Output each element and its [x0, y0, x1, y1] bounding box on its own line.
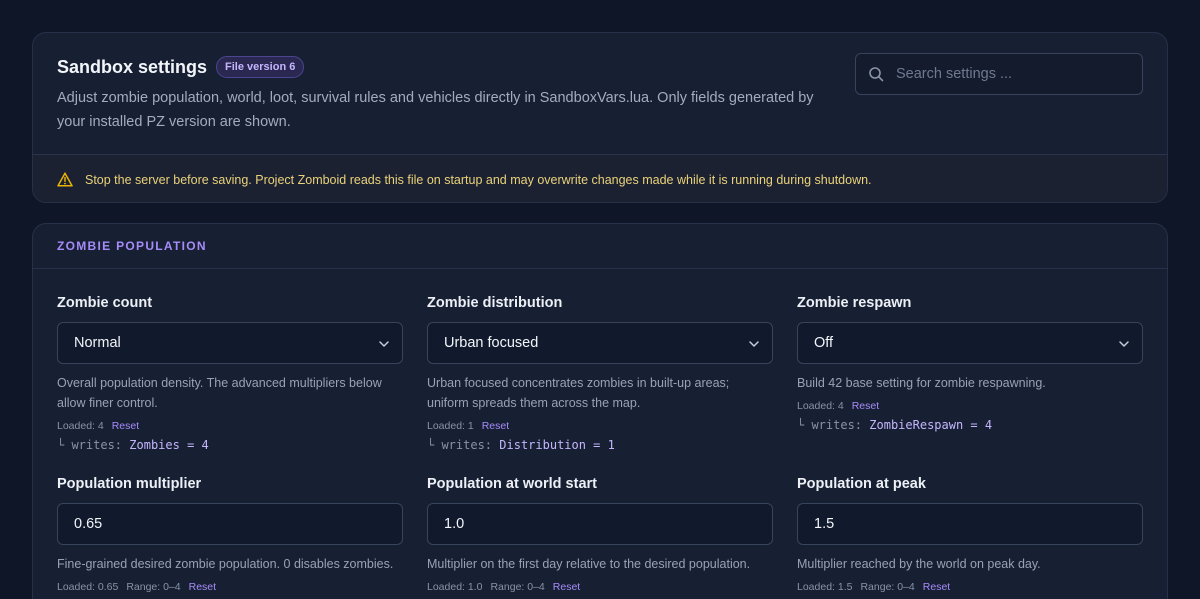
page-subtitle: Adjust zombie population, world, loot, s…	[57, 90, 814, 130]
warning-icon	[57, 172, 73, 187]
field-meta: Loaded: 1.0 Range: 0–4 Reset	[427, 579, 773, 595]
file-version-badge: File version 6	[216, 56, 305, 78]
writes-code: ZombieRespawn = 4	[869, 418, 993, 432]
field-meta: Loaded: 4 Reset	[797, 398, 1143, 414]
warning-text: Stop the server before saving. Project Z…	[85, 172, 872, 187]
search-box[interactable]	[855, 53, 1143, 95]
field-help: Multiplier on the first day relative to …	[427, 557, 751, 571]
header-top: Sandbox settings File version 6 Adjust z…	[33, 33, 1167, 154]
loaded-value: Loaded: 4	[797, 400, 844, 412]
search-input[interactable]	[896, 54, 1136, 94]
zombie-respawn-select[interactable]: Off	[797, 322, 1143, 364]
chevron-down-icon	[1119, 341, 1129, 347]
zombie-population-section: ZOMBIE POPULATION Zombie count Normal Ov…	[32, 223, 1168, 599]
reset-link[interactable]: Reset	[112, 420, 139, 432]
field-label: Population at peak	[797, 476, 926, 492]
title-row: Sandbox settings File version 6	[57, 56, 305, 78]
field-meta: Loaded: 0.65 Range: 0–4 Reset	[57, 579, 403, 595]
field-population-start: Population at world start 1.0 Multiplier…	[427, 474, 773, 595]
field-meta: Loaded: 1 Reset	[427, 418, 773, 434]
field-label: Zombie distribution	[427, 295, 563, 311]
loaded-value: Loaded: 1.5	[797, 581, 853, 593]
section-header: ZOMBIE POPULATION	[33, 224, 1167, 269]
field-population-multiplier: Population multiplier 0.65 Fine-grained …	[57, 474, 403, 595]
page: Sandbox settings File version 6 Adjust z…	[0, 0, 1200, 599]
field-help: Urban focused concentrates zombies in bu…	[427, 376, 730, 410]
field-help: Multiplier reached by the world on peak …	[797, 557, 1041, 571]
field-population-peak: Population at peak 1.5 Multiplier reache…	[797, 474, 1143, 595]
search-icon	[869, 67, 884, 82]
field-zombie-count: Zombie count Normal Overall population d…	[57, 293, 403, 454]
population-peak-input[interactable]: 1.5	[797, 503, 1143, 545]
chevron-down-icon	[379, 341, 389, 347]
loaded-value: Loaded: 0.65	[57, 581, 119, 593]
writes-prefix: └ writes:	[57, 438, 123, 452]
writes-line: └ writes: ZombieRespawn = 4	[797, 416, 1143, 434]
field-label: Zombie count	[57, 295, 153, 311]
reset-link[interactable]: Reset	[553, 581, 580, 593]
input-value: 1.0	[444, 516, 465, 532]
field-help: Overall population density. The advanced…	[57, 376, 382, 410]
field-label: Population at world start	[427, 476, 597, 492]
select-value: Urban focused	[444, 335, 539, 351]
field-help: Build 42 base setting for zombie respawn…	[797, 376, 1046, 390]
chevron-down-icon	[749, 341, 759, 347]
reset-link[interactable]: Reset	[189, 581, 216, 593]
zombie-distribution-select[interactable]: Urban focused	[427, 322, 773, 364]
writes-line: └ writes: Zombies = 4	[57, 436, 403, 454]
select-value: Off	[814, 335, 834, 351]
page-title: Sandbox settings	[57, 56, 208, 77]
field-help: Fine-grained desired zombie population. …	[57, 557, 394, 571]
range-value: Range: 0–4	[126, 581, 181, 593]
population-multiplier-input[interactable]: 0.65	[57, 503, 403, 545]
field-label: Zombie respawn	[797, 295, 912, 311]
field-meta: Loaded: 1.5 Range: 0–4 Reset	[797, 579, 1143, 595]
reset-link[interactable]: Reset	[923, 581, 950, 593]
header-card: Sandbox settings File version 6 Adjust z…	[32, 32, 1168, 203]
range-value: Range: 0–4	[860, 581, 915, 593]
input-value: 0.65	[74, 516, 103, 532]
section-title: ZOMBIE POPULATION	[57, 239, 207, 253]
field-zombie-respawn: Zombie respawn Off Build 42 base setting…	[797, 293, 1143, 434]
writes-prefix: └ writes:	[797, 418, 863, 432]
writes-line: └ writes: Distribution = 1	[427, 436, 773, 454]
reset-link[interactable]: Reset	[852, 400, 879, 412]
loaded-value: Loaded: 1.0	[427, 581, 483, 593]
field-zombie-distribution: Zombie distribution Urban focused Urban …	[427, 293, 773, 454]
zombie-count-select[interactable]: Normal	[57, 322, 403, 364]
input-value: 1.5	[814, 516, 835, 532]
loaded-value: Loaded: 1	[427, 420, 474, 432]
reset-link[interactable]: Reset	[482, 420, 509, 432]
field-meta: Loaded: 4 Reset	[57, 418, 403, 434]
writes-prefix: └ writes:	[427, 438, 493, 452]
writes-code: Distribution = 1	[499, 438, 615, 452]
population-start-input[interactable]: 1.0	[427, 503, 773, 545]
loaded-value: Loaded: 4	[57, 420, 104, 432]
select-value: Normal	[74, 335, 121, 351]
field-label: Population multiplier	[57, 476, 202, 492]
range-value: Range: 0–4	[490, 581, 545, 593]
writes-code: Zombies = 4	[129, 438, 209, 452]
warning-banner: Stop the server before saving. Project Z…	[33, 154, 1167, 202]
